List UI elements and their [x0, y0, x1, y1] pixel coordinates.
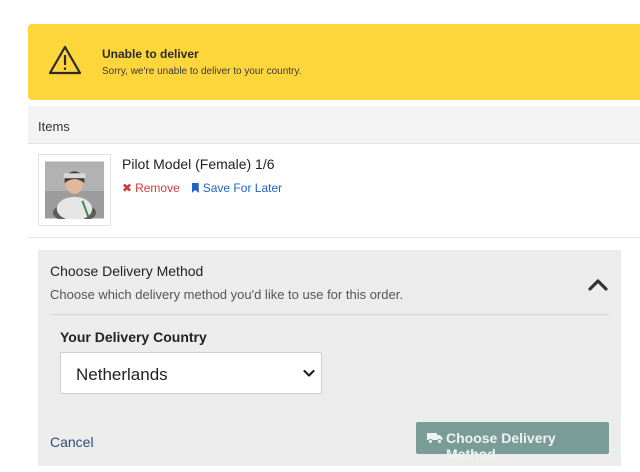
delivery-panel-subtitle: Choose which delivery method you'd like … — [50, 287, 403, 302]
remove-item-button[interactable]: ✖ Remove — [122, 181, 180, 195]
chevron-up-icon[interactable] — [587, 276, 609, 292]
item-actions: ✖ Remove Save For Later — [122, 181, 282, 195]
items-header-label: Items — [38, 119, 70, 134]
remove-x-icon: ✖ — [122, 181, 133, 195]
truck-icon — [427, 433, 443, 444]
alert-message: Sorry, we're unable to deliver to your c… — [102, 66, 302, 77]
items-section-header: Items — [28, 106, 640, 144]
choose-delivery-method-button[interactable]: Choose Delivery Method — [416, 422, 609, 462]
cart-item-row: Pilot Model (Female) 1/6 ✖ Remove Save For… — [28, 144, 640, 238]
save-label: Save For Later — [202, 181, 283, 195]
chevron-down-icon — [303, 369, 315, 377]
cancel-link[interactable]: Cancel — [50, 434, 94, 450]
product-thumbnail[interactable] — [38, 154, 111, 226]
warning-icon — [48, 45, 82, 75]
choose-delivery-label: Choose Delivery Method — [446, 430, 556, 462]
delivery-warning-alert: Unable to deliver Sorry, we're unable to… — [28, 24, 640, 100]
delivery-method-panel: Choose Delivery Method Choose which deli… — [38, 250, 621, 466]
delivery-country-select[interactable]: Netherlands — [60, 352, 322, 394]
delivery-panel-title: Choose Delivery Method — [50, 263, 204, 279]
bookmark-icon — [191, 183, 199, 193]
selected-country: Netherlands — [76, 365, 168, 384]
item-title[interactable]: Pilot Model (Female) 1/6 — [122, 156, 275, 172]
product-image — [45, 161, 104, 219]
delivery-country-label: Your Delivery Country — [60, 329, 207, 345]
remove-label: Remove — [135, 181, 180, 195]
alert-title: Unable to deliver — [102, 47, 199, 61]
save-for-later-button[interactable]: Save For Later — [191, 181, 283, 195]
panel-divider — [50, 314, 609, 315]
